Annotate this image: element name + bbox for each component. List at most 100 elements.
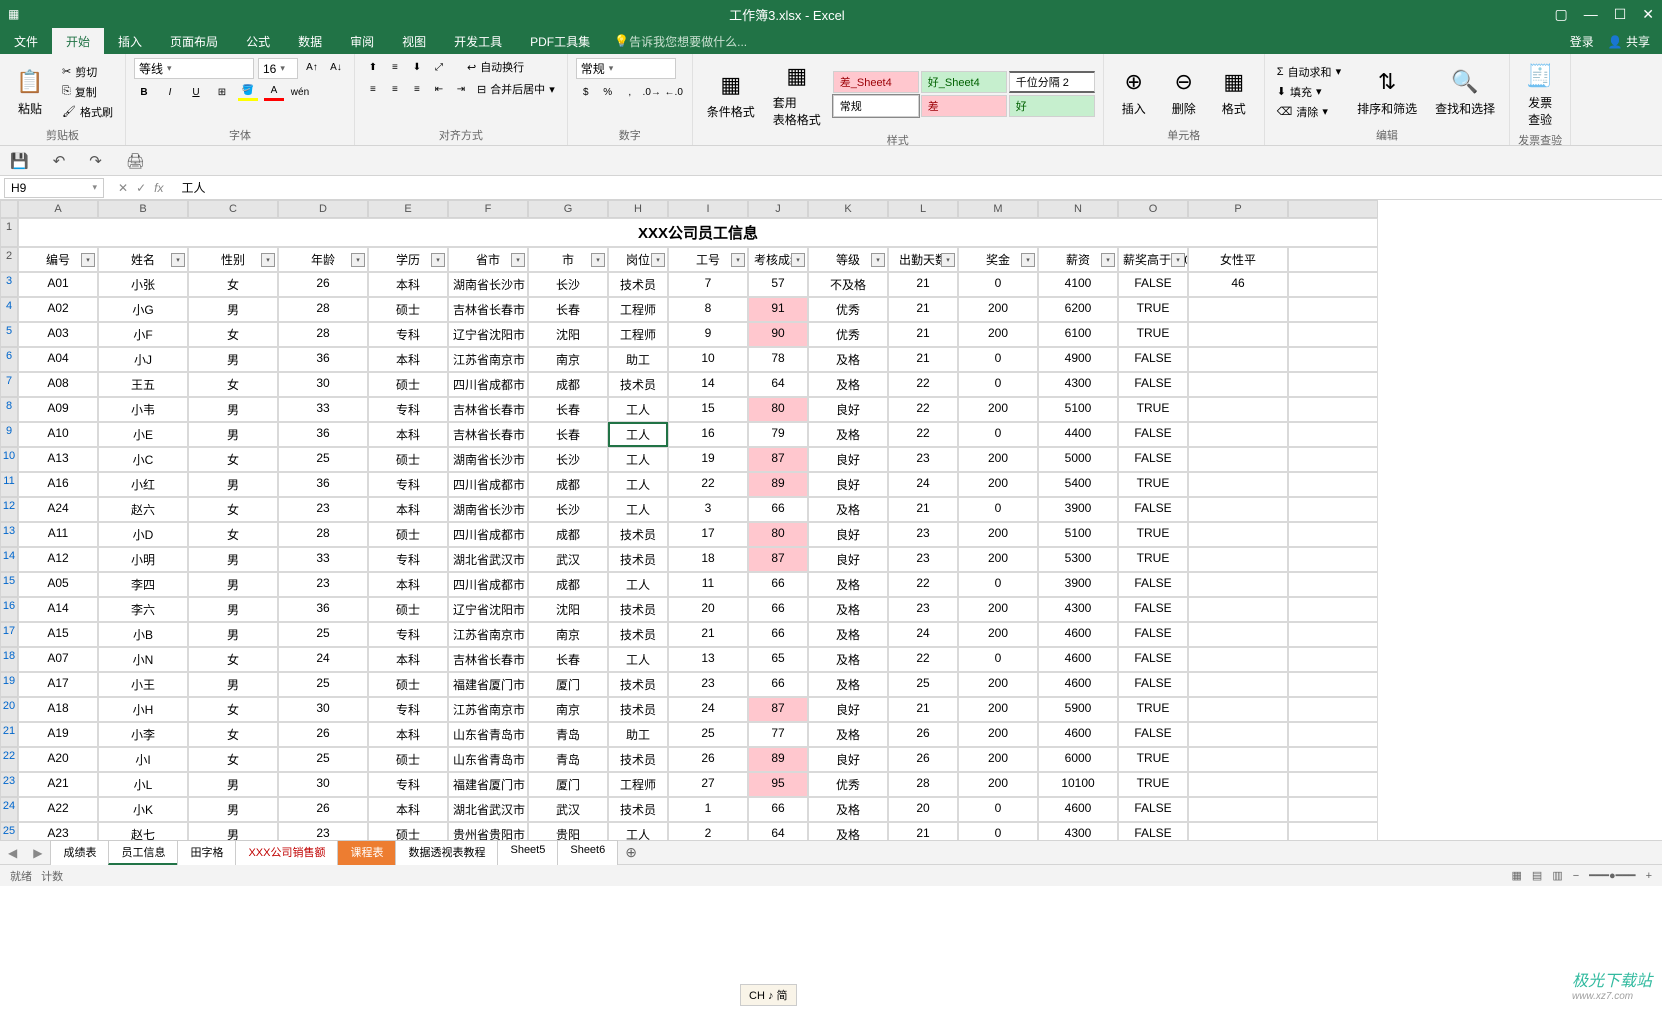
cell[interactable]: 87 — [748, 547, 808, 572]
filter-icon[interactable]: ▾ — [1021, 253, 1035, 267]
share-button[interactable]: 👤 共享 — [1608, 33, 1650, 50]
cell[interactable]: 本科 — [368, 347, 448, 372]
cell[interactable]: 硕士 — [368, 522, 448, 547]
cell[interactable] — [1188, 372, 1288, 397]
cell[interactable]: 24 — [668, 697, 748, 722]
cell[interactable]: 及格 — [808, 647, 888, 672]
border-button[interactable]: ⊞ — [212, 83, 232, 101]
cell[interactable]: 30 — [278, 772, 368, 797]
row-header[interactable]: 5 — [0, 322, 18, 347]
cell[interactable]: 23 — [278, 572, 368, 597]
cell[interactable]: 17 — [668, 522, 748, 547]
cell[interactable]: 技术员 — [608, 747, 668, 772]
col-header[interactable]: H — [608, 200, 668, 218]
cell[interactable]: TRUE — [1118, 772, 1188, 797]
col-header[interactable]: I — [668, 200, 748, 218]
cell[interactable]: 57 — [748, 272, 808, 297]
cell[interactable]: 200 — [958, 297, 1038, 322]
style-good[interactable]: 好_Sheet4 — [921, 71, 1007, 93]
cell[interactable]: 46 — [1188, 272, 1288, 297]
cell[interactable]: 本科 — [368, 422, 448, 447]
cell[interactable]: 湖北省武汉市 — [448, 547, 528, 572]
cell[interactable]: 工人 — [608, 497, 668, 522]
cell[interactable]: 南京 — [528, 622, 608, 647]
cell[interactable]: 小明 — [98, 547, 188, 572]
cell[interactable]: 19 — [668, 447, 748, 472]
cancel-icon[interactable]: ✕ — [118, 181, 128, 195]
cell[interactable]: 吉林省长春市 — [448, 647, 528, 672]
cell[interactable]: 及格 — [808, 597, 888, 622]
cell[interactable] — [1188, 297, 1288, 322]
cell[interactable]: 技术员 — [608, 697, 668, 722]
cell[interactable]: 小H — [98, 697, 188, 722]
cell[interactable]: FALSE — [1118, 422, 1188, 447]
cell[interactable]: A09 — [18, 397, 98, 422]
cell[interactable]: 25 — [278, 622, 368, 647]
cell[interactable]: 0 — [958, 347, 1038, 372]
cell[interactable]: 赵七 — [98, 822, 188, 840]
cell[interactable]: 辽宁省沈阳市 — [448, 322, 528, 347]
cell[interactable]: 硕士 — [368, 672, 448, 697]
column-header[interactable]: 奖金▾ — [958, 247, 1038, 272]
cell[interactable]: 4400 — [1038, 422, 1118, 447]
cell[interactable]: 200 — [958, 597, 1038, 622]
cell[interactable] — [1188, 447, 1288, 472]
row-header[interactable]: 13 — [0, 522, 18, 547]
cell[interactable]: 本科 — [368, 272, 448, 297]
cell[interactable]: 吉林省长春市 — [448, 297, 528, 322]
tab-home[interactable]: 开始 — [52, 28, 104, 54]
decrease-decimal-icon[interactable]: ←.0 — [664, 83, 684, 101]
cell[interactable]: 89 — [748, 472, 808, 497]
cell[interactable]: 硕士 — [368, 447, 448, 472]
cell[interactable] — [1188, 572, 1288, 597]
cell[interactable]: 21 — [668, 622, 748, 647]
cell[interactable]: 4300 — [1038, 372, 1118, 397]
cell[interactable]: 23 — [888, 522, 958, 547]
cell[interactable]: 66 — [748, 672, 808, 697]
cell[interactable]: 优秀 — [808, 322, 888, 347]
cell[interactable]: 工人 — [608, 472, 668, 497]
cell[interactable]: 77 — [748, 722, 808, 747]
cell[interactable]: 0 — [958, 822, 1038, 840]
cell[interactable] — [1188, 422, 1288, 447]
column-header[interactable]: 等级▾ — [808, 247, 888, 272]
cell[interactable]: 4900 — [1038, 347, 1118, 372]
cell[interactable]: 89 — [748, 747, 808, 772]
cell[interactable]: 助工 — [608, 347, 668, 372]
sheet-tab[interactable]: 课程表 — [337, 840, 396, 865]
cell[interactable]: 64 — [748, 372, 808, 397]
cell[interactable]: A02 — [18, 297, 98, 322]
cell[interactable]: 23 — [888, 547, 958, 572]
cell[interactable]: 28 — [888, 772, 958, 797]
cell[interactable]: 成都 — [528, 572, 608, 597]
cell[interactable]: 吉林省长春市 — [448, 397, 528, 422]
cell[interactable]: A03 — [18, 322, 98, 347]
cell[interactable]: 工人 — [608, 422, 668, 447]
cell[interactable]: 8 — [668, 297, 748, 322]
cell[interactable]: 200 — [958, 547, 1038, 572]
cell[interactable]: 长沙 — [528, 447, 608, 472]
cell[interactable]: 贵州省贵阳市 — [448, 822, 528, 840]
cell[interactable]: 及格 — [808, 497, 888, 522]
cell[interactable]: 不及格 — [808, 272, 888, 297]
cell[interactable]: 20 — [888, 797, 958, 822]
row-header[interactable]: 15 — [0, 572, 18, 597]
cell[interactable]: 女 — [188, 372, 278, 397]
view-normal-icon[interactable]: ▦ — [1512, 869, 1522, 882]
tab-file[interactable]: 文件 — [0, 28, 52, 54]
orientation-icon[interactable]: ⤢ — [429, 58, 449, 76]
cell[interactable]: 18 — [668, 547, 748, 572]
cell[interactable]: 吉林省长春市 — [448, 422, 528, 447]
cell[interactable]: 22 — [888, 397, 958, 422]
underline-button[interactable]: U — [186, 83, 206, 101]
cell[interactable]: 0 — [958, 372, 1038, 397]
cell[interactable]: 0 — [958, 797, 1038, 822]
cell[interactable]: 成都 — [528, 522, 608, 547]
column-header[interactable]: 省市▾ — [448, 247, 528, 272]
cell[interactable]: FALSE — [1118, 722, 1188, 747]
col-header[interactable]: N — [1038, 200, 1118, 218]
cell[interactable]: 工人 — [608, 822, 668, 840]
copy-button[interactable]: ⎘ 复制 — [58, 83, 117, 101]
style-ok[interactable]: 好 — [1009, 95, 1095, 117]
cell[interactable]: A19 — [18, 722, 98, 747]
